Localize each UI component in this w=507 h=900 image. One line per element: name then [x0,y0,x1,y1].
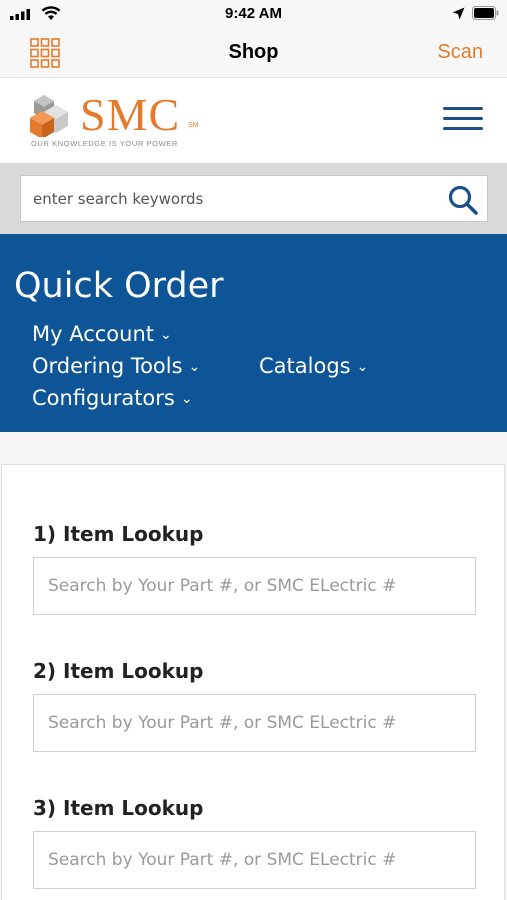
search-band [0,163,507,234]
status-time: 9:42 AM [225,5,282,22]
search-input[interactable] [21,176,431,221]
status-bar: 9:42 AM [0,0,507,28]
page-title: Quick Order [14,266,224,306]
menu-catalogs[interactable]: Catalogs ⌄ [259,354,368,378]
logo-servicemark: SM [188,122,199,129]
smc-logo[interactable]: SMC SM OUR KNOWLEDGE IS YOUR POWER [30,91,210,151]
chevron-down-icon: ⌄ [188,359,201,375]
app-nav-bar: Shop Scan [0,28,507,78]
menu-label: Configurators [32,386,175,410]
item-lookup-input-3[interactable] [33,831,476,889]
quick-order-banner: Quick Order My Account ⌄ Ordering Tools ⌄ … [0,234,507,432]
hamburger-menu-icon[interactable] [443,107,483,133]
item-lookup-label: 1) Item Lookup [33,522,204,546]
scan-button[interactable]: Scan [437,41,483,64]
menu-label: My Account [32,322,155,346]
battery-icon [472,6,499,20]
location-arrow-icon [452,7,465,20]
item-lookup-input-2[interactable] [33,694,476,752]
chevron-down-icon: ⌄ [160,327,172,343]
logo-cube-icon [30,95,68,137]
site-header: SMC SM OUR KNOWLEDGE IS YOUR POWER [0,79,507,163]
nav-title: Shop [228,41,279,63]
chevron-down-icon: ⌄ [180,391,193,407]
item-lookup-label: 3) Item Lookup [33,796,204,820]
item-lookup-input-1[interactable] [33,557,476,615]
menu-label: Catalogs [259,354,351,378]
hamburger-bar [443,107,483,110]
item-lookup-label: 2) Item Lookup [33,659,204,683]
chevron-down-icon: ⌄ [356,359,369,375]
logo-wordmark: SMC [80,89,181,140]
content-area: 1) Item Lookup 2) Item Lookup 3) Item Lo… [0,432,507,900]
quick-order-form: 1) Item Lookup 2) Item Lookup 3) Item Lo… [1,464,505,900]
menu-ordering-tools[interactable]: Ordering Tools ⌄ [32,354,200,378]
menu-label: Ordering Tools [32,354,183,378]
hamburger-bar [443,117,483,120]
logo-tagline: OUR KNOWLEDGE IS YOUR POWER [31,139,178,148]
hamburger-bar [443,127,483,130]
menu-my-account[interactable]: My Account ⌄ [32,322,172,346]
menu-configurators[interactable]: Configurators ⌄ [32,386,193,410]
search-icon[interactable] [447,184,479,216]
search-box [20,175,488,222]
